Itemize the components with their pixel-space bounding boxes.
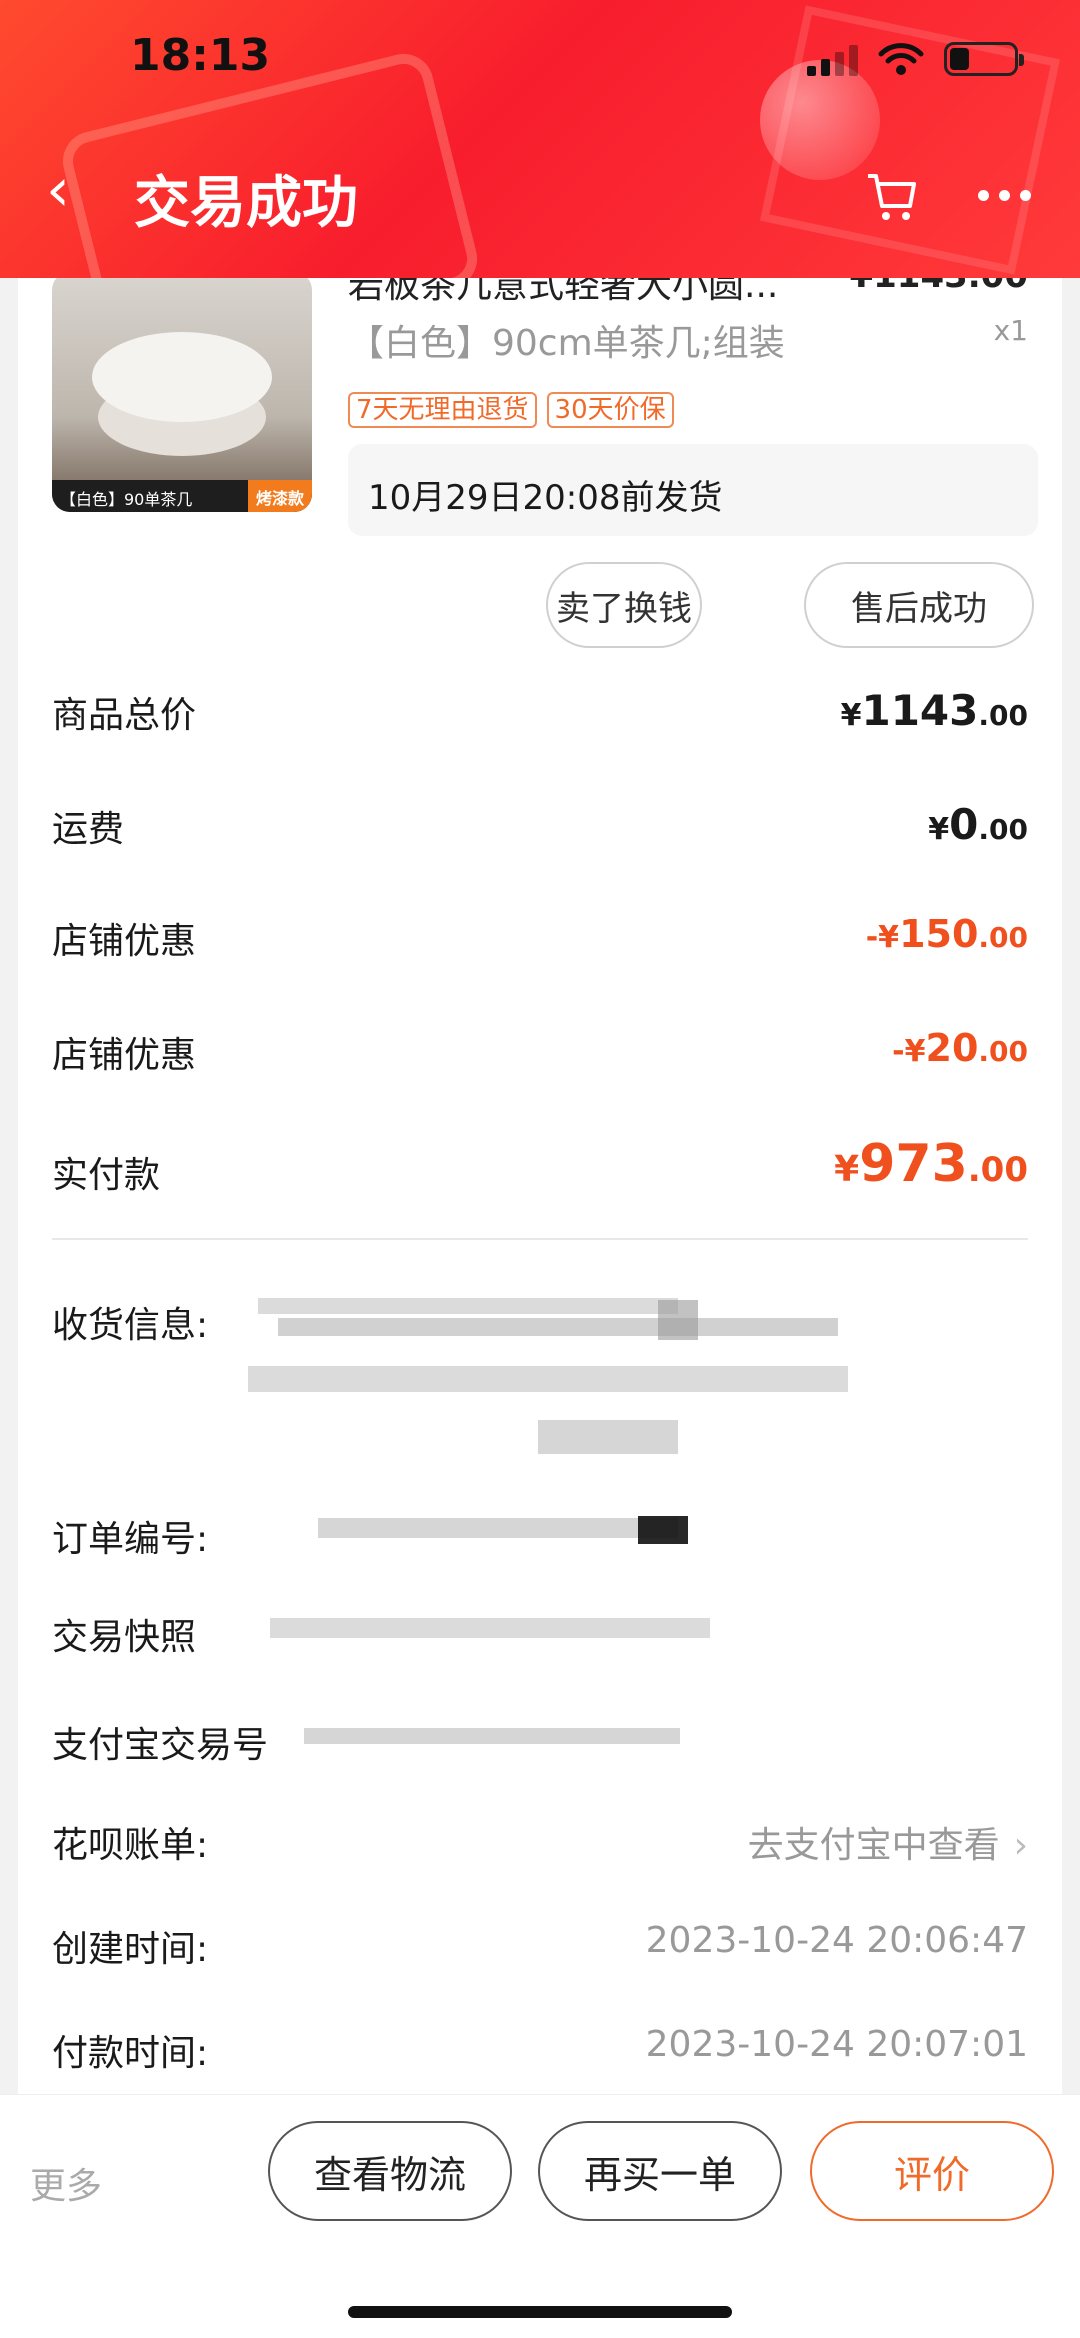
created-time-label: 创建时间:: [52, 1929, 209, 1970]
status-time: 18:13: [130, 30, 271, 81]
discount-row: 店铺优惠 -¥20.00: [52, 1026, 1028, 1078]
wifi-icon: [878, 43, 924, 75]
alipay-number-label: 支付宝交易号: [52, 1725, 269, 1766]
discount-label: 店铺优惠: [52, 921, 197, 962]
total-value: ¥1143.00: [840, 686, 1028, 735]
product-price: ¥1143.00: [849, 278, 1028, 296]
divider: [52, 1238, 1028, 1240]
badge-return: 7天无理由退货: [348, 392, 537, 428]
huabei-label: 花呗账单:: [52, 1825, 209, 1866]
service-badges: 7天无理由退货 30天价保: [348, 392, 674, 428]
total-row: 商品总价 ¥1143.00: [52, 686, 1028, 738]
paid-label: 实付款: [52, 1155, 161, 1196]
page-title: 交易成功: [134, 171, 358, 236]
sell-button[interactable]: 卖了换钱: [546, 562, 702, 648]
paid-time-label: 付款时间:: [52, 2033, 209, 2074]
snapshot-redacted: [270, 1618, 710, 1638]
view-logistics-button[interactable]: 查看物流: [268, 2121, 512, 2221]
order-number-label: 订单编号:: [52, 1519, 209, 1560]
shipping-note: 10月29日20:08前发货: [348, 444, 1038, 536]
discount-label: 店铺优惠: [52, 1035, 197, 1076]
battery-icon: [944, 42, 1024, 76]
more-options-icon[interactable]: [978, 190, 1031, 201]
table-image: [92, 332, 272, 422]
discount-value: -¥20.00: [892, 1026, 1028, 1070]
paid-time-row: 付款时间: 2023-10-24 20:07:01: [52, 2024, 1028, 2076]
total-label: 商品总价: [52, 695, 197, 736]
product-quantity: x1: [993, 314, 1028, 347]
paid-row: 实付款 ¥973.00: [52, 1134, 1028, 1198]
snapshot-label: 交易快照: [52, 1617, 197, 1658]
cart-icon[interactable]: [864, 168, 920, 224]
paid-time-value: 2023-10-24 20:07:01: [645, 2024, 1028, 2065]
shipping-label: 运费: [52, 809, 125, 850]
bottom-action-bar: 更多 查看物流 再买一单 评价: [0, 2094, 1080, 2338]
back-icon[interactable]: ‹: [46, 160, 70, 220]
paid-value: ¥973.00: [834, 1134, 1028, 1194]
product-variant: 【白色】90cm单茶几;组装: [348, 323, 785, 364]
product-title[interactable]: 岩板茶几意式轻奢大小圆...: [348, 278, 868, 308]
discount-value: -¥150.00: [865, 912, 1028, 956]
buy-again-button[interactable]: 再买一单: [538, 2121, 782, 2221]
created-time-row: 创建时间: 2023-10-24 20:06:47: [52, 1920, 1028, 1972]
navbar: ‹ 交易成功: [0, 150, 1080, 240]
status-icons: [807, 42, 1024, 76]
home-indicator: [348, 2306, 732, 2318]
more-button[interactable]: 更多: [30, 2157, 102, 2209]
created-time-value: 2023-10-24 20:06:47: [645, 1920, 1028, 1961]
shipping-value: ¥0.00: [928, 800, 1028, 849]
discount-row: 店铺优惠 -¥150.00: [52, 912, 1028, 964]
chevron-right-icon: ›: [1013, 1825, 1028, 1866]
header-background: 18:13 ‹ 交易成功: [0, 0, 1080, 278]
review-button[interactable]: 评价: [810, 2121, 1054, 2221]
order-detail-card: 【白色】90单茶几 烤漆款 岩板茶几意式轻奢大小圆... ¥1143.00 x1…: [18, 278, 1062, 2094]
huabei-row[interactable]: 花呗账单: 去支付宝中查看 ›: [52, 1816, 1028, 1868]
cellular-signal-icon: [807, 42, 858, 76]
address-label: 收货信息:: [52, 1305, 209, 1346]
badge-price-protection: 30天价保: [546, 392, 674, 428]
product-thumbnail[interactable]: 【白色】90单茶几 烤漆款: [52, 278, 312, 512]
shipping-row: 运费 ¥0.00: [52, 800, 1028, 852]
after-sale-button[interactable]: 售后成功: [804, 562, 1034, 648]
thumbnail-tag: 烤漆款: [247, 480, 312, 512]
alipay-number-redacted: [304, 1728, 680, 1744]
huabei-link[interactable]: 去支付宝中查看 ›: [748, 1816, 1028, 1868]
